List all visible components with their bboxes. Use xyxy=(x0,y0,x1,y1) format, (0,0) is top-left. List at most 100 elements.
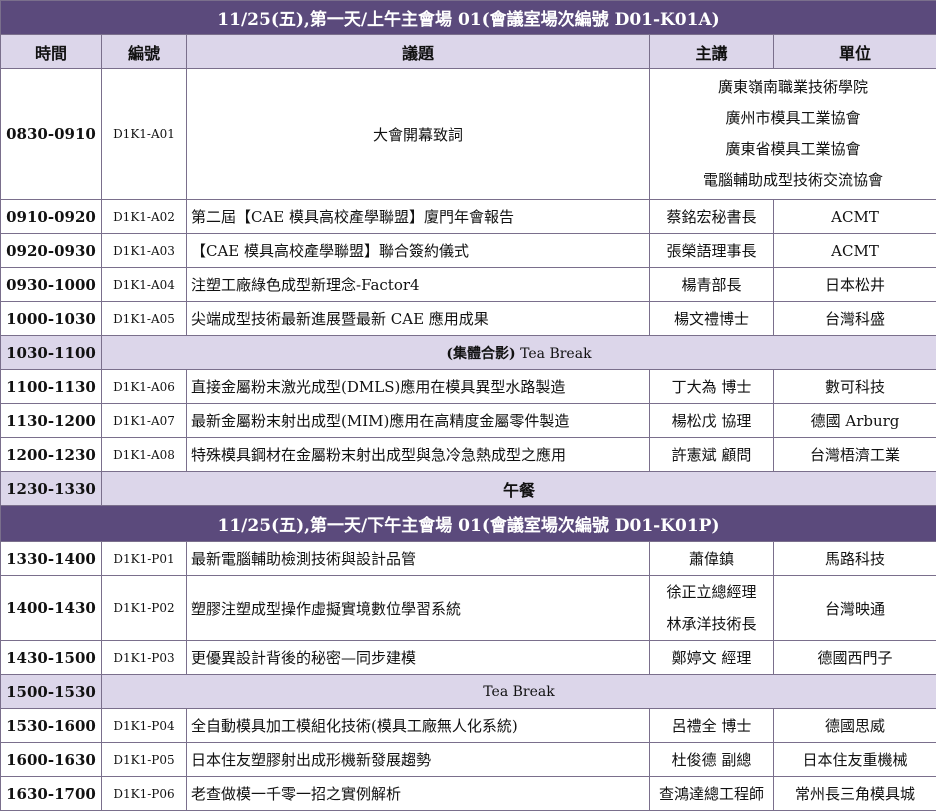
morning-banner: 11/25(五),第一天/上午主會場 01(會議室場次編號 D01-K01A) xyxy=(1,1,936,35)
org-line: 廣東省模具工業協會 xyxy=(654,134,932,165)
org-cell: 台灣梧濟工業 xyxy=(774,438,936,472)
code-cell: D1K1-P02 xyxy=(102,576,187,641)
speaker-cell: 楊青部長 xyxy=(650,268,774,302)
org-cell: ACMT xyxy=(774,200,936,234)
table-row: 1330-1400 D1K1-P01 最新電腦輔助檢測技術與設計品管 蕭偉鎮 馬… xyxy=(1,542,936,576)
time-cell: 0930-1000 xyxy=(1,268,102,302)
org-cell: 台灣映通 xyxy=(774,576,936,641)
time-cell: 1100-1130 xyxy=(1,370,102,404)
topic-cell: 老查做模一千零一招之實例解析 xyxy=(187,777,650,811)
speaker-cell: 呂禮全 博士 xyxy=(650,709,774,743)
time-cell: 1030-1100 xyxy=(1,336,102,370)
time-cell: 1500-1530 xyxy=(1,675,102,709)
speaker-line: 林承洋技術長 xyxy=(654,608,769,640)
org-cell: 常州長三角模具城 xyxy=(774,777,936,811)
time-cell: 1630-1700 xyxy=(1,777,102,811)
org-cell: 德國思威 xyxy=(774,709,936,743)
time-cell: 1230-1330 xyxy=(1,472,102,506)
code-cell: D1K1-P03 xyxy=(102,641,187,675)
speaker-cell: 楊文禮博士 xyxy=(650,302,774,336)
break-label: Tea Break xyxy=(102,675,936,709)
speaker-cell: 張榮語理事長 xyxy=(650,234,774,268)
code-cell: D1K1-A01 xyxy=(102,69,187,200)
schedule-table: 11/25(五),第一天/上午主會場 01(會議室場次編號 D01-K01A) … xyxy=(0,0,936,811)
org-cell: 日本松井 xyxy=(774,268,936,302)
table-row: 0930-1000 D1K1-A04 注塑工廠綠色成型新理念-Factor4 楊… xyxy=(1,268,936,302)
table-row: 1430-1500 D1K1-P03 更優異設計背後的秘密—同步建模 鄭婷文 經… xyxy=(1,641,936,675)
header-org: 單位 xyxy=(774,35,936,69)
topic-cell: 大會開幕致詞 xyxy=(187,69,650,200)
topic-cell: 日本住友塑膠射出成形機新發展趨勢 xyxy=(187,743,650,777)
code-cell: D1K1-A02 xyxy=(102,200,187,234)
time-cell: 1000-1030 xyxy=(1,302,102,336)
code-cell: D1K1-P06 xyxy=(102,777,187,811)
topic-cell: 特殊模具鋼材在金屬粉末射出成型與急冷急熱成型之應用 xyxy=(187,438,650,472)
time-cell: 0910-0920 xyxy=(1,200,102,234)
header-time: 時間 xyxy=(1,35,102,69)
speaker-cell: 楊松戊 協理 xyxy=(650,404,774,438)
time-cell: 0920-0930 xyxy=(1,234,102,268)
topic-cell: 最新電腦輔助檢測技術與設計品管 xyxy=(187,542,650,576)
speaker-cell: 蕭偉鎮 xyxy=(650,542,774,576)
org-line: 廣州市模具工業協會 xyxy=(654,103,932,134)
time-cell: 1530-1600 xyxy=(1,709,102,743)
speaker-line: 徐正立總經理 xyxy=(654,576,769,608)
code-cell: D1K1-A07 xyxy=(102,404,187,438)
afternoon-banner-row: 11/25(五),第一天/下午主會場 01(會議室場次編號 D01-K01P) xyxy=(1,506,936,542)
speaker-cell: 丁大為 博士 xyxy=(650,370,774,404)
code-cell: D1K1-A03 xyxy=(102,234,187,268)
org-cell: 德國 Arburg xyxy=(774,404,936,438)
table-row: 1400-1430 D1K1-P02 塑膠注塑成型操作虛擬實境數位學習系統 徐正… xyxy=(1,576,936,641)
time-cell: 1430-1500 xyxy=(1,641,102,675)
topic-cell: 注塑工廠綠色成型新理念-Factor4 xyxy=(187,268,650,302)
table-row: 0910-0920 D1K1-A02 第二屆【CAE 模具高校產學聯盟】廈門年會… xyxy=(1,200,936,234)
org-line: 廣東嶺南職業技術學院 xyxy=(654,72,932,103)
org-cell: 日本住友重機械 xyxy=(774,743,936,777)
header-code: 編號 xyxy=(102,35,187,69)
speaker-cell: 查鴻達總工程師 xyxy=(650,777,774,811)
topic-cell: 【CAE 模具高校產學聯盟】聯合簽約儀式 xyxy=(187,234,650,268)
topic-cell: 更優異設計背後的秘密—同步建模 xyxy=(187,641,650,675)
break-row: 1030-1100 (集體合影) Tea Break xyxy=(1,336,936,370)
topic-cell: 最新金屬粉末射出成型(MIM)應用在高精度金屬零件製造 xyxy=(187,404,650,438)
topic-cell: 尖端成型技術最新進展暨最新 CAE 應用成果 xyxy=(187,302,650,336)
org-cell: 台灣科盛 xyxy=(774,302,936,336)
time-cell: 1600-1630 xyxy=(1,743,102,777)
break-note: (集體合影) xyxy=(446,346,515,362)
org-line: 電腦輔助成型技術交流協會 xyxy=(654,165,932,196)
speaker-cell: 蔡銘宏秘書長 xyxy=(650,200,774,234)
table-row: 1600-1630 D1K1-P05 日本住友塑膠射出成形機新發展趨勢 杜俊德 … xyxy=(1,743,936,777)
speaker-list-cell: 徐正立總經理 林承洋技術長 xyxy=(650,576,774,641)
topic-cell: 塑膠注塑成型操作虛擬實境數位學習系統 xyxy=(187,576,650,641)
header-row: 時間 編號 議題 主講 單位 xyxy=(1,35,936,69)
time-cell: 1400-1430 xyxy=(1,576,102,641)
lunch-label: 午餐 xyxy=(102,472,936,506)
table-row: 1530-1600 D1K1-P04 全自動模具加工模組化技術(模具工廠無人化系… xyxy=(1,709,936,743)
code-cell: D1K1-P05 xyxy=(102,743,187,777)
table-row: 1130-1200 D1K1-A07 最新金屬粉末射出成型(MIM)應用在高精度… xyxy=(1,404,936,438)
org-cell: ACMT xyxy=(774,234,936,268)
topic-cell: 第二屆【CAE 模具高校產學聯盟】廈門年會報告 xyxy=(187,200,650,234)
org-cell: 馬路科技 xyxy=(774,542,936,576)
table-row: 1200-1230 D1K1-A08 特殊模具鋼材在金屬粉末射出成型與急冷急熱成… xyxy=(1,438,936,472)
break-label: (集體合影) Tea Break xyxy=(102,336,936,370)
time-cell: 1130-1200 xyxy=(1,404,102,438)
org-cell: 德國西門子 xyxy=(774,641,936,675)
code-cell: D1K1-A06 xyxy=(102,370,187,404)
header-topic: 議題 xyxy=(187,35,650,69)
org-list-cell: 廣東嶺南職業技術學院 廣州市模具工業協會 廣東省模具工業協會 電腦輔助成型技術交… xyxy=(650,69,936,200)
time-cell: 1330-1400 xyxy=(1,542,102,576)
code-cell: D1K1-P01 xyxy=(102,542,187,576)
code-cell: D1K1-A05 xyxy=(102,302,187,336)
code-cell: D1K1-A04 xyxy=(102,268,187,302)
afternoon-banner: 11/25(五),第一天/下午主會場 01(會議室場次編號 D01-K01P) xyxy=(1,506,936,542)
speaker-cell: 杜俊德 副總 xyxy=(650,743,774,777)
code-cell: D1K1-A08 xyxy=(102,438,187,472)
lunch-row: 1230-1330 午餐 xyxy=(1,472,936,506)
time-cell: 1200-1230 xyxy=(1,438,102,472)
table-row: 0920-0930 D1K1-A03 【CAE 模具高校產學聯盟】聯合簽約儀式 … xyxy=(1,234,936,268)
time-cell: 0830-0910 xyxy=(1,69,102,200)
table-row: 1100-1130 D1K1-A06 直接金屬粉末激光成型(DMLS)應用在模具… xyxy=(1,370,936,404)
code-cell: D1K1-P04 xyxy=(102,709,187,743)
header-speaker: 主講 xyxy=(650,35,774,69)
